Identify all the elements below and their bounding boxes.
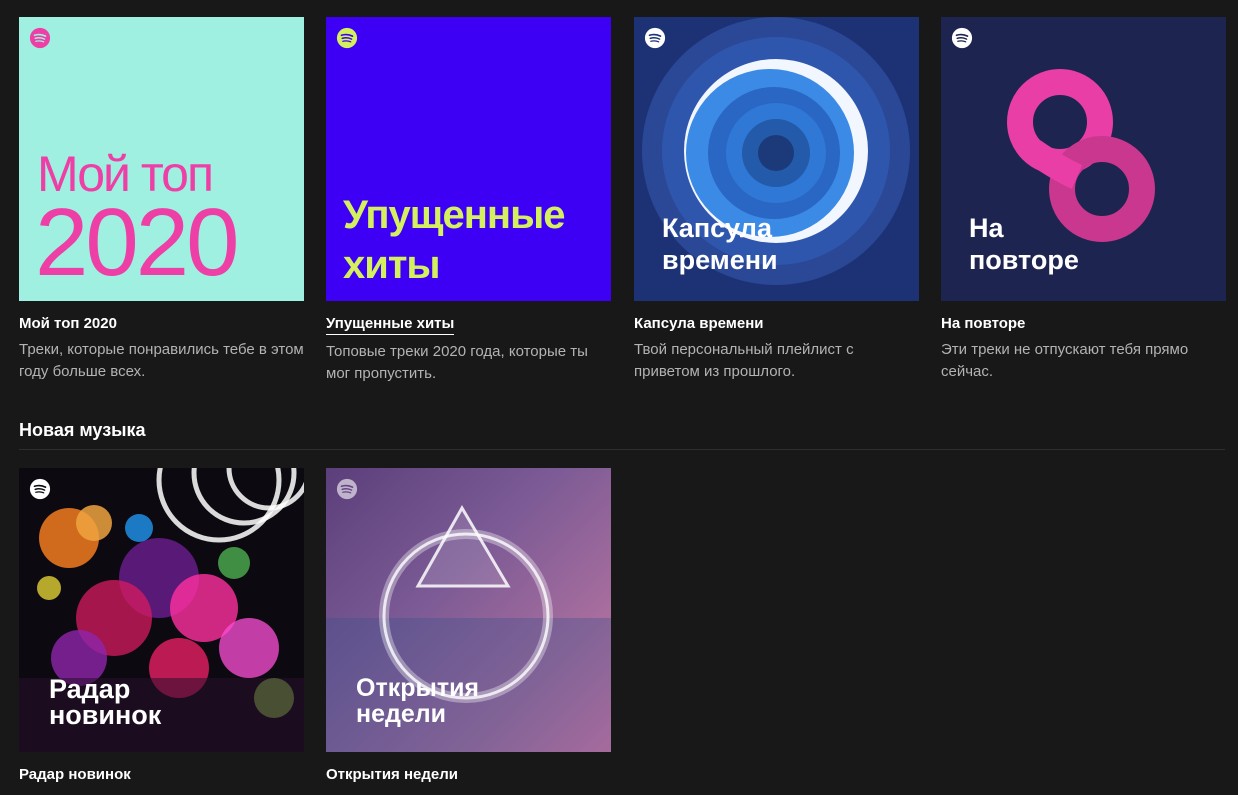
cover-title-line1: Капсула [662, 213, 772, 243]
playlist-cover[interactable]: Радар новинок [19, 468, 304, 752]
playlist-card-missed-hits[interactable]: Упущенные хиты Упущенные хиты Топовые тр… [326, 17, 611, 385]
spotify-logo-icon [336, 27, 358, 49]
spotify-logo-icon [644, 27, 666, 49]
playlist-cover[interactable]: Капсула времени [634, 17, 919, 301]
spotify-logo-icon [29, 27, 51, 49]
playlist-cover[interactable]: На повторе [941, 17, 1226, 301]
playlist-cover[interactable]: Упущенные хиты [326, 17, 611, 301]
cover-title-line2: хиты [343, 243, 441, 287]
cover-title-line2: 2020 [35, 189, 240, 296]
cover-title-line2: новинок [49, 700, 162, 730]
playlist-description: Топовые треки 2020 года, которые ты мог … [326, 343, 588, 382]
playlist-cover[interactable]: Мой топ 2020 [19, 17, 304, 301]
playlist-card-on-repeat[interactable]: На повторе На повторе Эти треки не отпус… [941, 17, 1226, 383]
spotify-logo-icon [336, 478, 358, 500]
cover-title-line2: повторе [969, 245, 1079, 275]
spotify-logo-icon [29, 478, 51, 500]
playlist-title[interactable]: Капсула времени [634, 315, 764, 333]
playlist-description: Твой персональный плейлист с приветом из… [634, 341, 854, 380]
playlist-card-time-capsule[interactable]: Капсула времени Капсула времени Твой пер… [634, 17, 919, 383]
section-divider [19, 449, 1225, 450]
playlist-title[interactable]: Открытия недели [326, 766, 458, 784]
playlist-title[interactable]: Радар новинок [19, 766, 131, 784]
cover-title-line1: Открытия [356, 674, 480, 702]
section-title-new-music: Новая музыка [19, 420, 146, 440]
cover-title-line1: Упущенные [343, 193, 565, 237]
playlist-card-release-radar[interactable]: Радар новинок Радар новинок [19, 468, 304, 784]
cover-title-line2: недели [356, 700, 447, 728]
cover-title-line1: На [969, 213, 1004, 243]
playlist-description: Треки, которые понравились тебе в этом г… [19, 341, 304, 380]
cover-title-line2: времени [662, 245, 778, 275]
playlist-title[interactable]: На повторе [941, 315, 1025, 333]
playlist-card-discover-weekly[interactable]: Открытия недели Открытия недели [326, 468, 611, 784]
playlist-cover[interactable]: Открытия недели [326, 468, 611, 752]
playlist-description: Эти треки не отпускают тебя прямо сейчас… [941, 341, 1189, 380]
playlist-card-top-2020[interactable]: Мой топ 2020 Мой топ 2020 Треки, которые… [19, 17, 304, 383]
spotify-logo-icon [951, 27, 973, 49]
playlist-title[interactable]: Мой топ 2020 [19, 315, 117, 333]
playlist-title[interactable]: Упущенные хиты [326, 315, 455, 335]
